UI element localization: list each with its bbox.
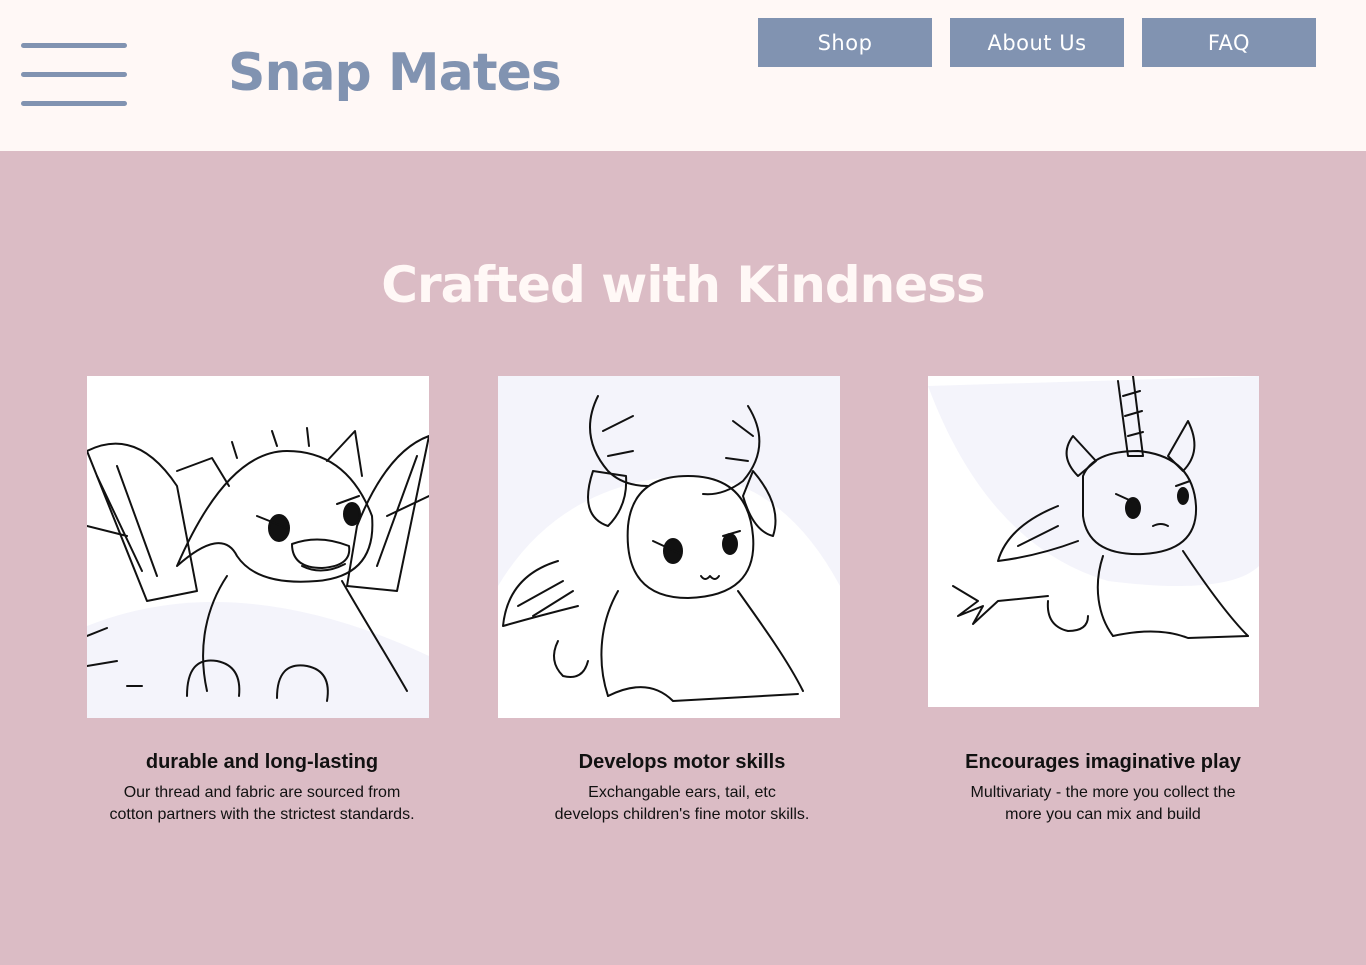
feature-desc-line: develops children's fine motor skills. — [554, 806, 810, 823]
feature-desc-imaginative-play: Multivariaty - the more you collect the … — [893, 782, 1313, 826]
hamburger-menu-icon[interactable] — [21, 43, 127, 107]
feature-title-durable: durable and long-lasting — [145, 751, 379, 773]
nav-about-us-button[interactable]: About Us — [950, 18, 1124, 67]
feature-desc-line: more you can mix and build — [1005, 806, 1201, 823]
antlered-bunny-plush-image — [498, 376, 840, 718]
feature-desc-motor-skills: Exchangable ears, tail, etc develops chi… — [472, 782, 892, 826]
section-headline: Crafted with Kindness — [381, 256, 985, 314]
dragon-plush-image — [87, 376, 429, 718]
feature-desc-durable: Our thread and fabric are sourced from c… — [52, 782, 472, 826]
feature-desc-line: Multivariaty - the more you collect the — [970, 784, 1236, 801]
feature-title-motor-skills: Develops motor skills — [578, 751, 786, 773]
feature-title-imaginative-play: Encourages imaginative play — [965, 751, 1241, 773]
unicorn-plush-image — [928, 376, 1259, 707]
feature-desc-line: cotton partners with the strictest stand… — [109, 806, 415, 823]
feature-desc-line: Our thread and fabric are sourced from — [123, 784, 401, 801]
nav-shop-button[interactable]: Shop — [758, 18, 932, 67]
nav-faq-button[interactable]: FAQ — [1142, 18, 1316, 67]
site-header: Snap Mates Shop About Us FAQ — [0, 0, 1366, 151]
feature-desc-line: Exchangable ears, tail, etc — [588, 784, 776, 801]
site-logo[interactable]: Snap Mates — [228, 40, 562, 106]
